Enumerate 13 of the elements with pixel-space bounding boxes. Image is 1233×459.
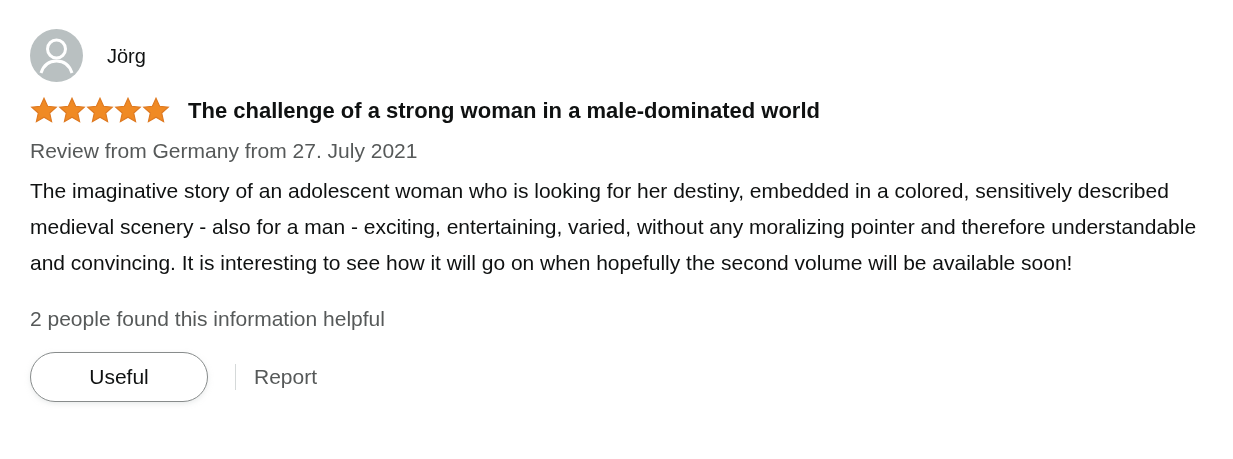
star-icon [114,97,142,124]
star-icon [142,97,170,124]
avatar-icon [30,29,83,82]
reviewer-name: Jörg [107,43,146,69]
review-text: The imaginative story of an adolescent woman who is looking for her destiny, embedded in a colored, sensitively described medieval scenery - also for a man - exciting, entertaining, varied, without any moralizing pointer and therefore understandable and convincing. It is interesting to see how it will go on when hopefully the second volume will be available soon! [30,177,1198,276]
review-date: Review from Germany from 27. July 2021 [30,138,419,164]
report-link[interactable]: Report [254,361,318,393]
star-icon [86,97,114,124]
helpful-count: 2 people found this information helpful [30,305,386,332]
star-icon [58,97,86,124]
review-title[interactable]: The challenge of a strong woman in a male-dominated world [188,94,820,127]
star-icon [30,97,58,124]
useful-button[interactable]: Useful [30,352,208,402]
